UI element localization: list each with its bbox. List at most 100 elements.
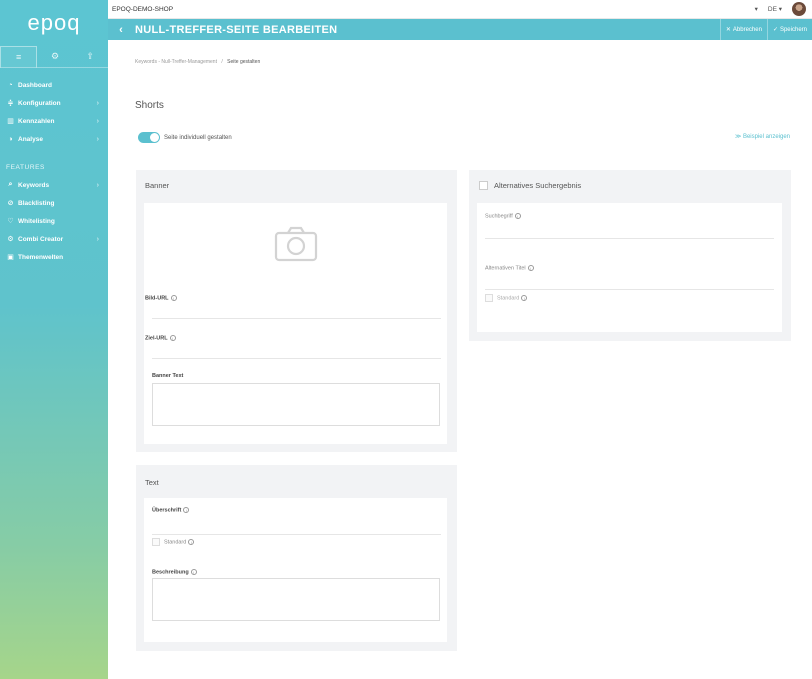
heart-icon: ♡ [7, 218, 14, 225]
alt-title-input[interactable] [485, 289, 774, 290]
chevron-right-icon: › [96, 135, 99, 143]
sidebar-item-label: Combi Creator [18, 235, 64, 243]
text-card: Überschrift i Standard i Beschreibung i [144, 498, 447, 642]
page-titlebar: ‹ NULL-TREFFER-SEITE BEARBEITEN ✕ Abbrec… [108, 19, 812, 40]
sidebar-item-themenwelten[interactable]: ▣ Themenwelten [0, 248, 108, 266]
text-panel-title: Text [145, 478, 159, 487]
menu-icon[interactable]: ≡ [0, 46, 38, 68]
individual-page-toggle-row: Seite individuell gestalten [138, 132, 232, 143]
gear-icon[interactable]: ⚙ [37, 46, 72, 67]
info-icon: i [169, 335, 176, 341]
sidebar-item-label: Dashboard [18, 81, 52, 89]
features-section-label: FEATURES [6, 164, 45, 171]
sidebar-item-analyse[interactable]: ◑ Analyse › [0, 130, 108, 148]
alternative-result-card: Suchbegriff i Alternativen Titel i Standar… [477, 203, 782, 332]
language-selector[interactable]: DE ▾ [768, 5, 782, 13]
camera-icon [274, 226, 318, 262]
alt-standard-checkbox[interactable] [485, 294, 493, 302]
info-icon: i [188, 539, 195, 545]
alternative-result-panel: Alternatives Suchergebnis Suchbegriff i A… [469, 170, 791, 341]
info-icon: i [514, 213, 521, 219]
search-term-input[interactable] [485, 238, 774, 239]
save-button[interactable]: ✓ Speichern [766, 19, 812, 40]
sidebar-item-dashboard[interactable]: ◔ Dashboard [0, 76, 108, 94]
alt-title-label: Alternativen Titel i [485, 265, 534, 271]
breadcrumb-current: Seite gestalten [227, 59, 261, 65]
heading-input[interactable] [152, 534, 441, 535]
sidebar-item-label: Analyse [18, 135, 43, 143]
avatar[interactable] [792, 2, 806, 16]
banner-card: Bild-URL i Ziel-URL i Banner Text [144, 203, 447, 444]
sidebar-item-label: Themenwelten [18, 253, 64, 261]
search-term-label: Suchbegriff i [485, 213, 521, 219]
sidebar-item-label: Kennzahlen [18, 117, 55, 125]
text-panel: Text Überschrift i Standard i Beschreibung… [136, 465, 457, 651]
banner-panel: Banner Bild-URL i Ziel-URL i Banner Text [136, 170, 457, 452]
sidebar-item-blacklisting[interactable]: ⊘ Blacklisting [0, 194, 108, 212]
page-title: NULL-TREFFER-SEITE BEARBEITEN [135, 23, 338, 36]
chart-icon: ▥ [7, 118, 14, 125]
standard-checkbox[interactable] [152, 538, 160, 546]
sidebar-item-konfiguration[interactable]: ≑ Konfiguration › [0, 94, 108, 112]
shop-dropdown-chevron-icon[interactable]: ▾ [755, 5, 758, 13]
sidebar-nav: ◔ Dashboard ≑ Konfiguration › ▥ Kennzahl… [0, 76, 108, 266]
sidebar-item-label: Keywords [18, 181, 50, 189]
topbar: EPOQ-DEMO-SHOP ▾ DE ▾ [108, 0, 812, 19]
alternative-result-checkbox[interactable] [479, 181, 488, 190]
back-arrow-icon[interactable]: ‹ [111, 24, 131, 36]
check-icon: ✓ [772, 27, 778, 33]
info-icon: i [170, 295, 177, 301]
cancel-button[interactable]: ✕ Abbrechen [719, 19, 767, 40]
breadcrumb-separator: / [221, 59, 223, 65]
target-url-input[interactable] [152, 358, 441, 359]
save-label: Speichern [779, 26, 807, 33]
banner-panel-title: Banner [145, 181, 170, 190]
breadcrumb: Keywords - Null-Treffer-Management / Sei… [135, 59, 260, 65]
image-url-label: Bild-URL i [145, 295, 177, 301]
info-icon: i [183, 507, 190, 513]
sidebar-item-kennzahlen[interactable]: ▥ Kennzahlen › [0, 112, 108, 130]
topbar-right: ▾ DE ▾ [755, 2, 812, 16]
epoq-logo: epoq [27, 10, 81, 35]
image-icon: ▣ [7, 254, 14, 261]
cancel-label: Abbrechen [732, 26, 762, 33]
ban-icon: ⊘ [7, 200, 14, 207]
close-icon: ✕ [725, 27, 731, 33]
chevron-right-icon: › [96, 117, 99, 125]
breadcrumb-parent-link[interactable]: Keywords - Null-Treffer-Management [135, 59, 217, 65]
sidebar-item-label: Konfiguration [18, 99, 61, 107]
banner-text-label: Banner Text [152, 373, 184, 379]
show-example-link[interactable]: ≫ Beispiel anzeigen [735, 133, 790, 140]
sidebar-item-label: Whitelisting [18, 217, 55, 225]
alternative-result-title: Alternatives Suchergebnis [494, 181, 582, 190]
pie-icon: ◑ [8, 135, 13, 143]
banner-text-textarea[interactable] [152, 383, 440, 426]
standard-checkbox-label: Standard i [164, 539, 195, 545]
sidebar-item-keywords[interactable]: ⌕ Keywords › [0, 176, 108, 194]
description-textarea[interactable] [152, 578, 440, 621]
main-content: Keywords - Null-Treffer-Management / Sei… [108, 40, 812, 679]
info-icon: i [527, 265, 534, 271]
sidebar-item-whitelisting[interactable]: ♡ Whitelisting [0, 212, 108, 230]
shop-selector[interactable]: EPOQ-DEMO-SHOP [108, 6, 173, 13]
info-icon: i [190, 569, 197, 575]
dashboard-icon: ◔ [8, 81, 13, 89]
chevron-right-icon: › [96, 181, 99, 189]
alt-standard-checkbox-label: Standard i [497, 295, 528, 301]
sidebar-item-combi-creator[interactable]: ⚙ Combi Creator › [0, 230, 108, 248]
title-actions: ✕ Abbrechen ✓ Speichern [719, 19, 812, 40]
chevron-right-icon: › [96, 99, 99, 107]
sidebar: epoq ≡ ⚙ ⇪ ◔ Dashboard ≑ Konfiguration ›… [0, 0, 108, 679]
chevron-right-icon: › [96, 235, 99, 243]
sliders-icon: ≑ [7, 100, 14, 107]
individual-page-toggle[interactable] [138, 132, 160, 143]
toggle-label: Seite individuell gestalten [164, 134, 232, 141]
target-url-label: Ziel-URL i [145, 335, 176, 341]
heading-label: Überschrift i [152, 507, 190, 513]
upload-icon[interactable]: ⇪ [73, 46, 108, 67]
sidebar-tabs: ≡ ⚙ ⇪ [0, 46, 108, 68]
section-heading: Shorts [135, 100, 164, 111]
info-icon: i [521, 295, 528, 301]
image-url-input[interactable] [152, 318, 441, 319]
search-icon: ⌕ [8, 181, 13, 188]
